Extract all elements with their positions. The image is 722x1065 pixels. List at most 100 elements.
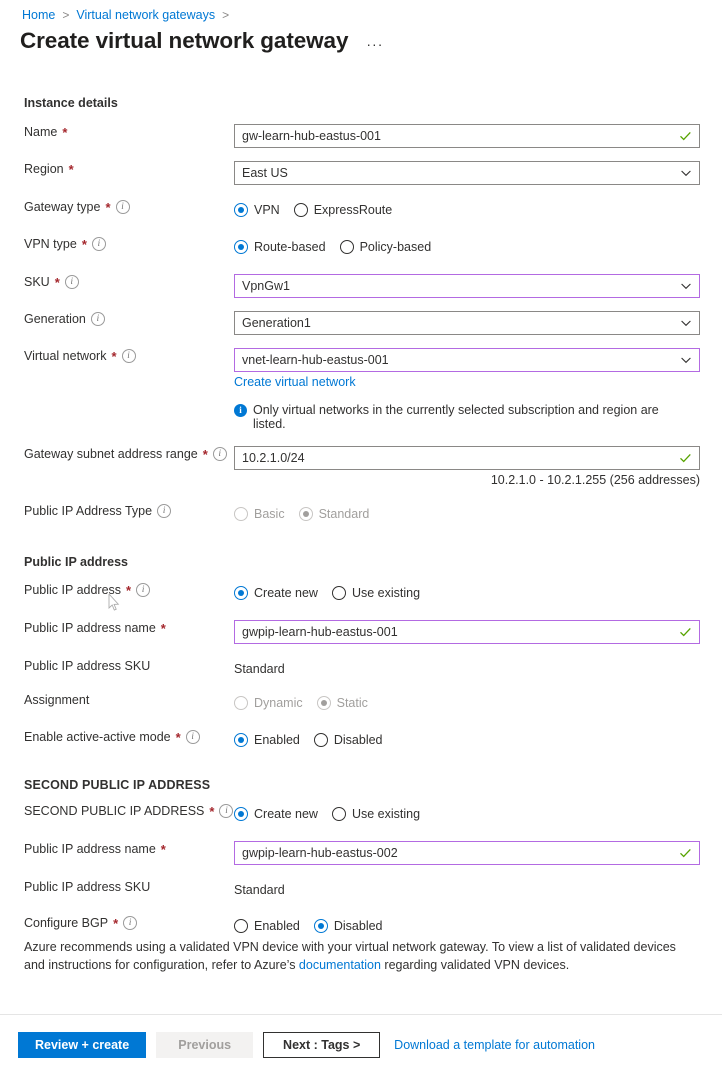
documentation-link[interactable]: documentation [299,958,381,972]
chevron-down-icon [680,354,692,366]
breadcrumb-item-home[interactable]: Home [22,8,55,22]
radio-public-ip-use-existing[interactable]: Use existing [331,586,421,600]
radio-vpn-type-route-based[interactable]: Route-based [234,240,326,254]
breadcrumb: Home > Virtual network gateways > [22,8,229,22]
control-generation: Generation1 [234,311,722,335]
generation-select[interactable]: Generation1 [234,311,700,335]
public-ip-address-type-radio-group: Basic Standard [234,503,700,525]
info-icon[interactable]: i [90,312,105,326]
radio-active-active-disabled[interactable]: Disabled [313,733,383,747]
download-template-link[interactable]: Download a template for automation [394,1038,595,1052]
radio-dot-icon [313,919,328,933]
label-second-public-ip-sku: Public IP address SKU [0,879,234,895]
chevron-down-icon [680,167,692,179]
radio-gateway-type-vpn[interactable]: VPN [234,203,280,217]
radio-public-ip-create-new[interactable]: Create new [234,586,318,600]
label-public-ip-name-text: Public IP address name [24,621,156,635]
info-icon[interactable]: i [123,916,138,930]
label-second-public-ip-address: SECOND PUBLIC IP ADDRESS * i [0,803,234,819]
form-body: Instance details Name * gw-learn-hub-eas… [0,96,722,937]
required-asterisk: * [209,803,215,819]
label-second-public-ip-name-text: Public IP address name [24,842,156,856]
radio-label: Basic [254,507,285,521]
label-virtual-network-text: Virtual network [24,349,107,363]
gateway-subnet-input[interactable]: 10.2.1.0/24 [234,446,700,470]
radio-vpn-type-policy-based[interactable]: Policy-based [339,240,431,254]
second-public-ip-name-input-value: gwpip-learn-hub-eastus-002 [242,846,398,860]
required-asterisk: * [54,274,60,290]
control-public-ip-sku: Standard [234,658,722,680]
row-gateway-subnet: Gateway subnet address range * i 10.2.1.… [0,446,722,470]
radio-dot-icon [339,240,354,254]
info-icon[interactable]: i [121,349,136,363]
second-public-ip-name-input[interactable]: gwpip-learn-hub-eastus-002 [234,841,700,865]
info-icon[interactable]: i [185,730,200,744]
public-ip-name-input-value: gwpip-learn-hub-eastus-001 [242,625,398,639]
required-asterisk: * [68,161,74,177]
public-ip-name-input[interactable]: gwpip-learn-hub-eastus-001 [234,620,700,644]
required-asterisk: * [113,915,119,931]
info-icon[interactable]: i [219,804,234,818]
radio-active-active-enabled[interactable]: Enabled [234,733,300,747]
virtual-network-select-value: vnet-learn-hub-eastus-001 [242,353,389,367]
virtual-network-select[interactable]: vnet-learn-hub-eastus-001 [234,348,700,372]
row-configure-bgp: Configure BGP * i Enabled Disabled [0,915,722,937]
create-virtual-network-link[interactable]: Create virtual network [234,375,356,389]
label-public-ip-name: Public IP address name * [0,620,234,636]
valid-check-icon [679,847,692,860]
more-options-icon[interactable]: ··· [362,35,387,53]
info-icon[interactable]: i [157,504,172,518]
row-name: Name * gw-learn-hub-eastus-001 [0,124,722,148]
info-icon[interactable]: i [136,583,151,597]
required-asterisk: * [62,124,68,140]
radio-dot-icon [331,586,346,600]
radio-configure-bgp-disabled[interactable]: Disabled [313,919,383,933]
control-public-ip-address-type: Basic Standard [234,503,722,525]
next-tags-button[interactable]: Next : Tags > [263,1032,381,1058]
name-input[interactable]: gw-learn-hub-eastus-001 [234,124,700,148]
label-generation: Generation i [0,311,234,327]
radio-gateway-type-expressroute[interactable]: ExpressRoute [293,203,392,217]
gateway-subnet-input-value: 10.2.1.0/24 [242,451,305,465]
row-virtual-network-info: i Only virtual networks in the currently… [0,403,722,431]
control-sku: VpnGw1 [234,274,722,298]
radio-second-public-ip-use-existing[interactable]: Use existing [331,807,420,821]
create-virtual-network-gateway-page: Home > Virtual network gateways > Create… [0,0,722,1065]
required-asterisk: * [81,236,87,252]
sku-select-value: VpnGw1 [242,279,290,293]
label-region-text: Region [24,162,64,176]
info-icon[interactable]: i [91,237,106,251]
radio-label: Route-based [254,240,326,254]
label-generation-text: Generation [24,312,86,326]
review-create-button[interactable]: Review + create [18,1032,147,1058]
radio-label: Create new [254,586,318,600]
sku-select[interactable]: VpnGw1 [234,274,700,298]
region-select[interactable]: East US [234,161,700,185]
control-assignment: Dynamic Static [234,692,722,714]
radio-configure-bgp-enabled[interactable]: Enabled [234,919,300,933]
row-vpn-type: VPN type * i Route-based Policy-based [0,236,722,258]
radio-public-ip-type-basic: Basic [234,507,285,521]
row-sku: SKU * i VpnGw1 [0,274,722,298]
radio-dot-icon [293,203,308,217]
label-region: Region * [0,161,234,177]
control-name: gw-learn-hub-eastus-001 [234,124,722,148]
control-second-public-ip-address: Create new Use existing [234,803,722,825]
label-assignment-text: Assignment [24,693,90,707]
breadcrumb-item-virtual-network-gateways[interactable]: Virtual network gateways [76,8,215,22]
gateway-subnet-range-hint: 10.2.1.0 - 10.2.1.255 (256 addresses) [490,473,700,487]
radio-label: Dynamic [254,696,303,710]
label-gateway-type: Gateway type * i [0,199,234,215]
info-icon[interactable]: i [115,200,130,214]
footer-divider [0,1014,722,1015]
configure-bgp-radio-group: Enabled Disabled [234,915,700,937]
label-sku: SKU * i [0,274,234,290]
info-message-text: Only virtual networks in the currently s… [253,403,659,431]
info-icon[interactable]: i [212,447,227,461]
label-public-ip-address-type: Public IP Address Type i [0,503,234,519]
radio-dot-icon [234,586,248,600]
radio-label: Use existing [351,586,421,600]
info-icon[interactable]: i [64,275,79,289]
radio-second-public-ip-create-new[interactable]: Create new [234,807,318,821]
label-virtual-network: Virtual network * i [0,348,234,364]
